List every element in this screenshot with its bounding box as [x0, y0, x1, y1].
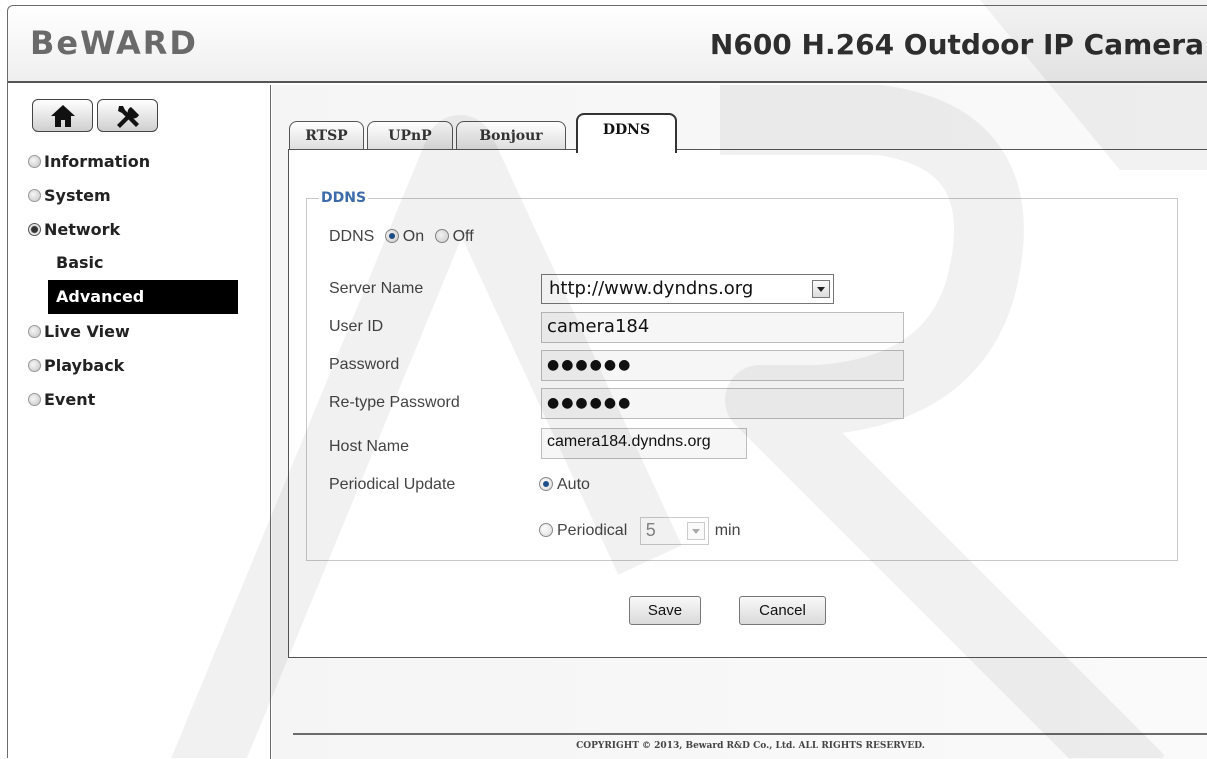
periodical-label: Periodical: [557, 522, 628, 540]
auto-radio[interactable]: [539, 477, 553, 491]
user-id-label: User ID: [329, 318, 384, 335]
save-button[interactable]: Save: [629, 596, 701, 625]
home-icon: [50, 104, 75, 127]
ddns-panel: DDNS DDNS On Off Server Name http://www.…: [288, 149, 1207, 658]
password-label: Password: [329, 356, 400, 373]
interval-unit: min: [714, 522, 741, 540]
chevron-down-icon[interactable]: [686, 522, 705, 540]
bullet-open-icon: [28, 222, 41, 236]
sidebar: Information System Network Basic Advance…: [8, 85, 271, 759]
footer-copyright: COPYRIGHT © 2013, Beward R&D Co., Ltd. A…: [576, 741, 925, 751]
tools-icon: [116, 105, 139, 128]
sidebar-item-label: Playback: [44, 355, 125, 375]
sidebar-item-live-view[interactable]: Live View: [8, 314, 271, 348]
beward-logo: BeWARD: [30, 24, 198, 62]
host-name-label: Host Name: [329, 438, 410, 455]
footer-divider: [293, 733, 1207, 735]
retype-password-field[interactable]: ●●●●●●: [541, 388, 904, 419]
sidebar-item-system[interactable]: System: [8, 178, 271, 212]
sidebar-item-information[interactable]: Information: [8, 144, 271, 178]
interval-value: 5: [645, 520, 656, 540]
home-button[interactable]: [32, 99, 93, 132]
cancel-button[interactable]: Cancel: [739, 596, 826, 625]
sidebar-item-label: Live View: [44, 321, 130, 341]
chevron-down-icon[interactable]: [812, 280, 830, 298]
main-content: RTSP UPnP Bonjour DDNS DDNS DDNS On Off …: [272, 85, 1207, 759]
settings-button[interactable]: [97, 99, 158, 132]
interval-select[interactable]: 5: [639, 517, 709, 545]
server-name-value: http://www.dyndns.org: [549, 278, 754, 299]
user-id-field[interactable]: camera184: [541, 312, 904, 343]
sidebar-item-network[interactable]: Network: [8, 212, 271, 246]
retype-password-label: Re-type Password: [329, 394, 460, 411]
sidebar-nav: Information System Network Basic Advance…: [8, 144, 271, 416]
bullet-icon: [28, 188, 41, 202]
ddns-fieldset: DDNS DDNS On Off Server Name http://www.…: [306, 190, 1178, 561]
ddns-on-radio[interactable]: [384, 229, 399, 243]
tab-bonjour[interactable]: Bonjour: [456, 121, 566, 151]
auto-label: Auto: [557, 476, 590, 493]
password-field[interactable]: ●●●●●●: [541, 350, 904, 381]
host-name-field[interactable]: camera184.dyndns.org: [541, 428, 747, 459]
tab-upnp[interactable]: UPnP: [367, 121, 453, 151]
periodical-update-label: Periodical Update: [329, 476, 456, 493]
sidebar-item-label: Information: [44, 151, 151, 171]
bullet-icon: [28, 324, 41, 338]
bullet-icon: [28, 154, 41, 168]
fieldset-legend: DDNS: [321, 190, 367, 206]
bullet-icon: [28, 392, 41, 406]
tab-rtsp[interactable]: RTSP: [289, 121, 364, 151]
sidebar-item-playback[interactable]: Playback: [8, 348, 271, 382]
ddns-off-label: Off: [452, 228, 474, 245]
header: BeWARD N600 H.264 Outdoor IP Camera: [8, 6, 1207, 83]
sidebar-item-label: System: [44, 185, 111, 205]
sidebar-item-label: Event: [44, 389, 96, 409]
ddns-toggle-row: DDNS On Off: [329, 228, 474, 246]
periodical-radio[interactable]: [539, 523, 553, 538]
toolbar: [32, 99, 158, 132]
bullet-icon: [28, 358, 41, 372]
sidebar-item-event[interactable]: Event: [8, 382, 271, 416]
server-name-select[interactable]: http://www.dyndns.org: [541, 274, 834, 304]
sidebar-subitem-advanced[interactable]: Advanced: [48, 280, 238, 314]
app-window: BeWARD N600 H.264 Outdoor IP Camera Info…: [7, 5, 1207, 759]
ddns-off-radio[interactable]: [434, 229, 449, 243]
ddns-label: DDNS: [329, 228, 375, 245]
page-title: N600 H.264 Outdoor IP Camera: [709, 28, 1204, 61]
tab-ddns[interactable]: DDNS: [576, 113, 677, 153]
sidebar-subitem-basic[interactable]: Basic: [8, 246, 271, 280]
sidebar-item-label: Network: [44, 219, 121, 239]
server-name-label: Server Name: [329, 280, 424, 297]
periodical-option: Periodical 5 min: [533, 517, 741, 545]
auto-option: Auto: [533, 476, 590, 494]
ddns-on-label: On: [402, 228, 425, 245]
